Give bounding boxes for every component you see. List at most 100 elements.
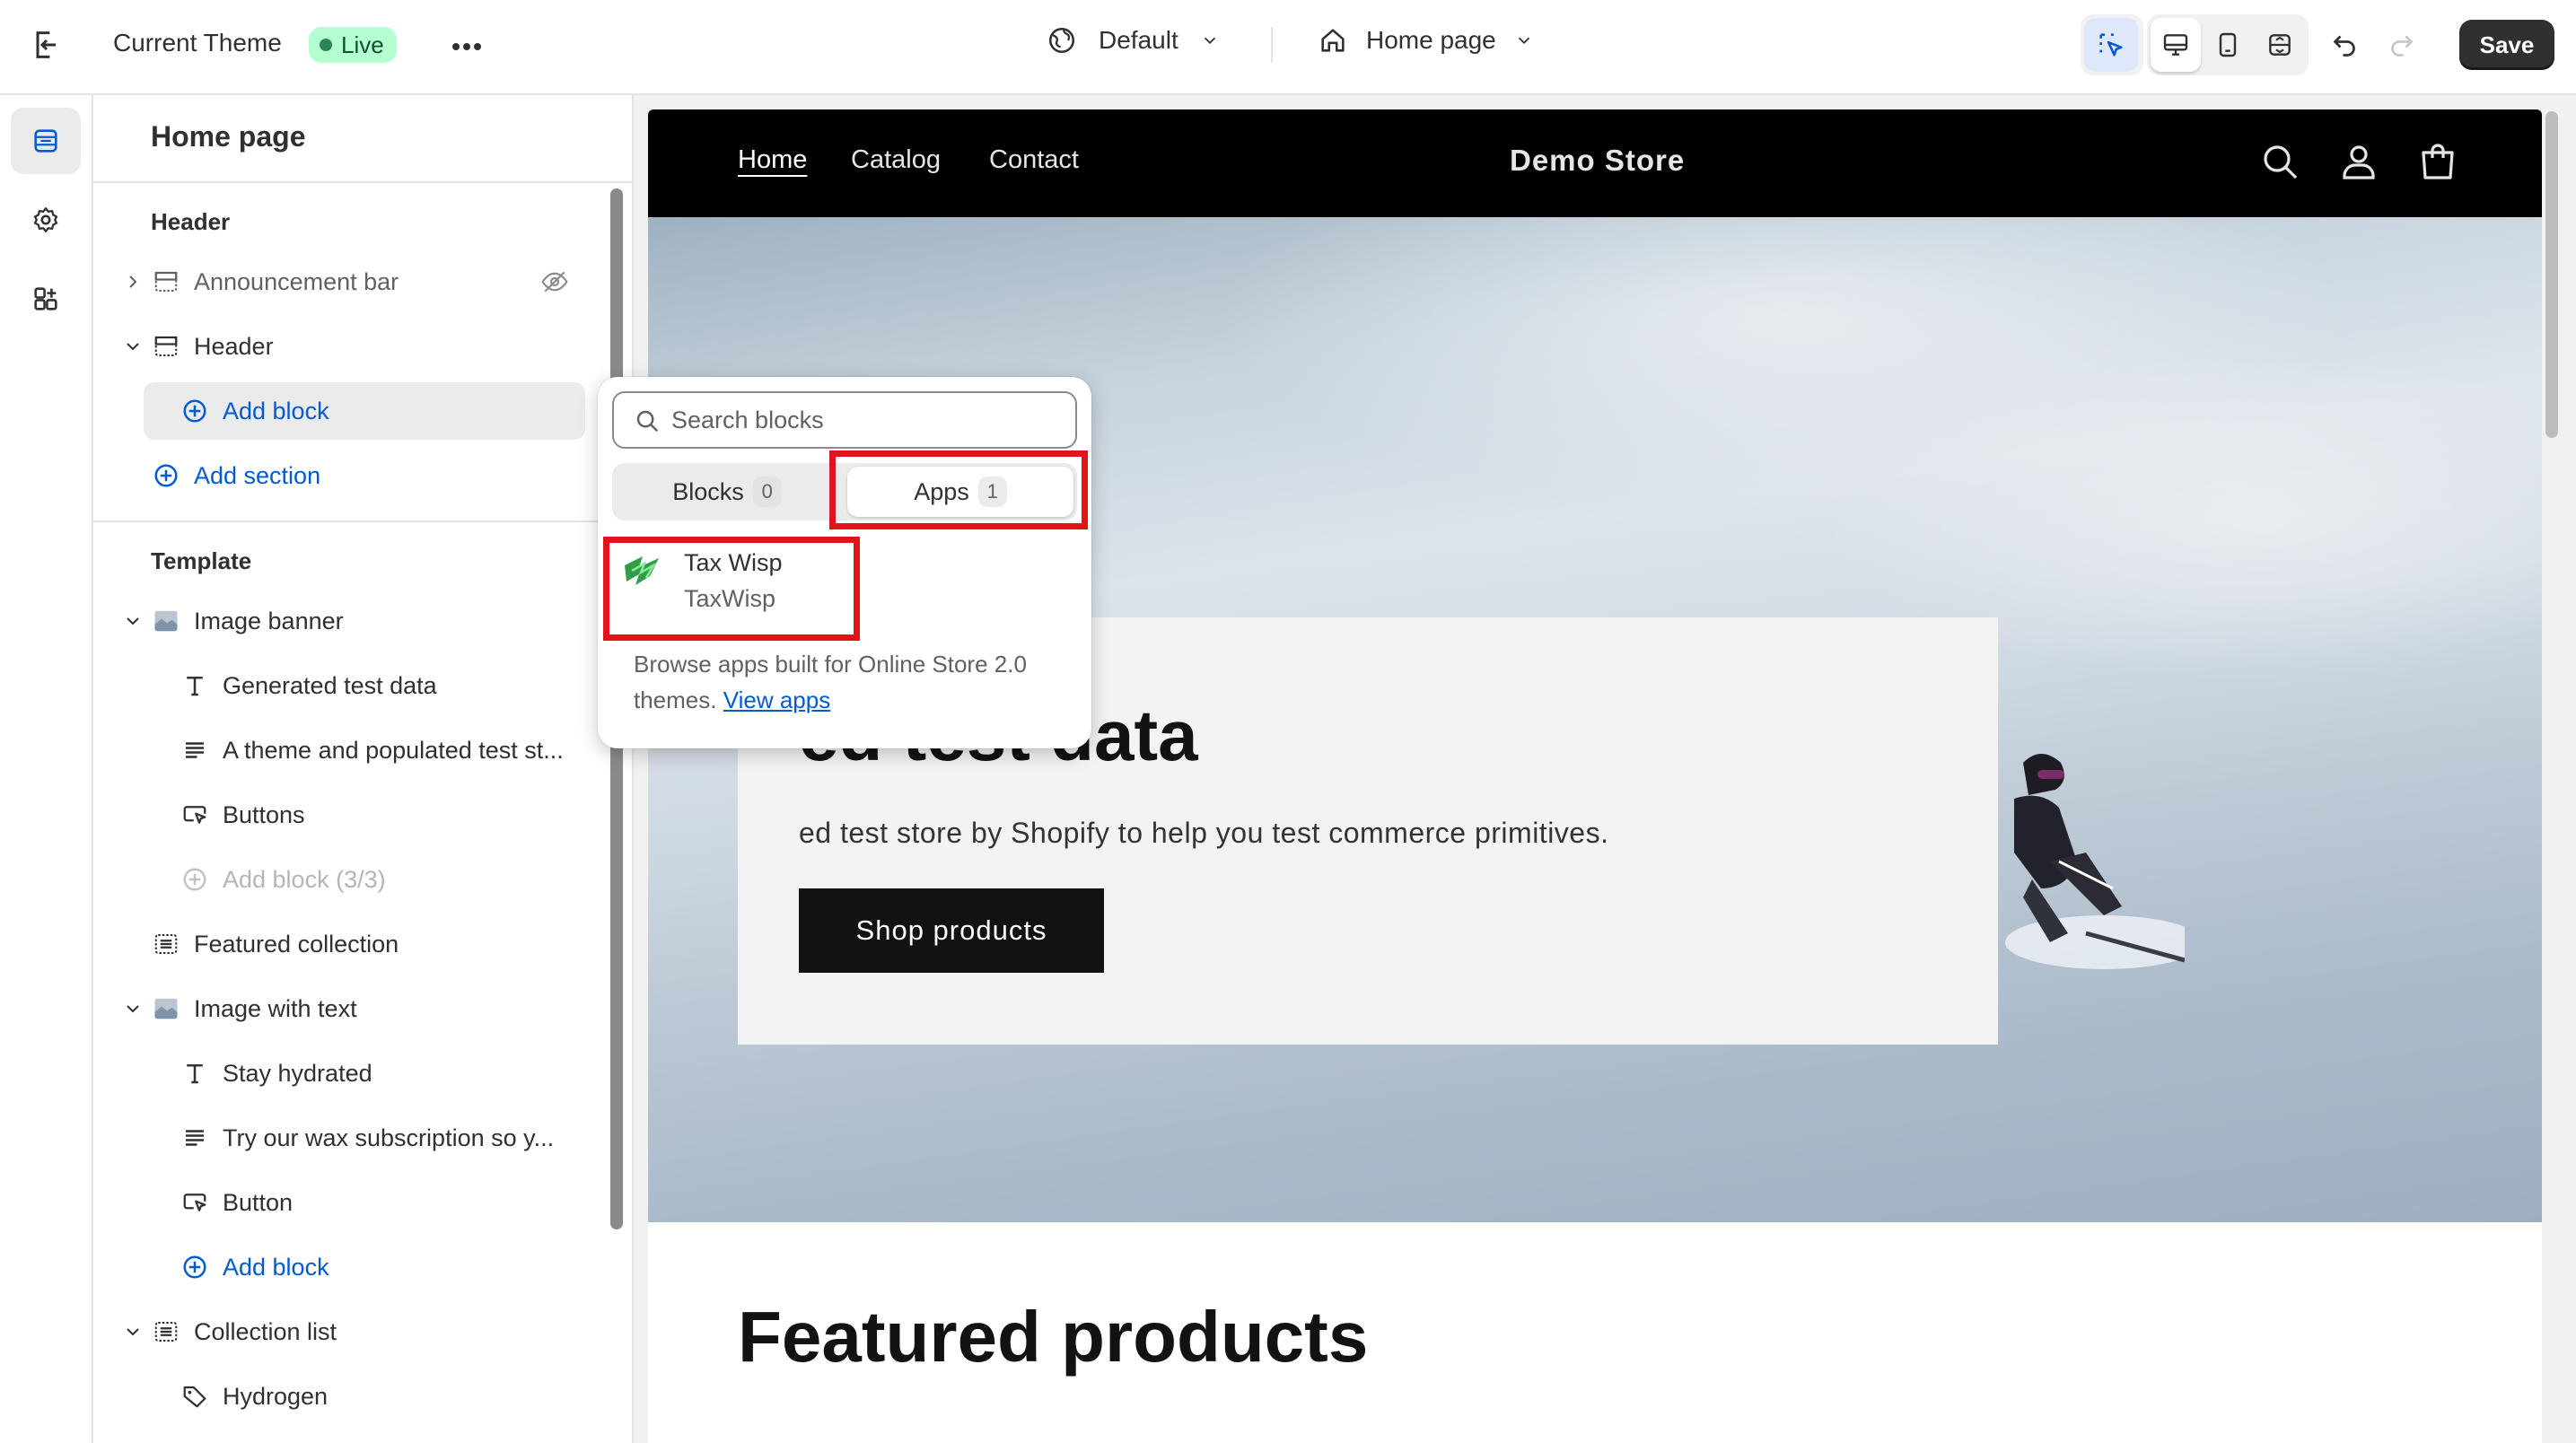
plus-circle-icon (181, 866, 208, 893)
header-group-label: Header (151, 208, 231, 235)
theme-name: Current Theme (113, 29, 282, 57)
add-block-button-disabled: Add block (3/3) (93, 851, 596, 908)
theme-settings-tab[interactable] (11, 187, 81, 253)
live-dot-icon (320, 39, 332, 51)
more-actions-button[interactable] (447, 27, 486, 66)
section-layout-icon (153, 931, 180, 958)
chevron-down-icon (127, 1328, 139, 1336)
add-section-label: Add section (194, 461, 321, 489)
block-label: A theme and populated test st... (223, 736, 564, 764)
chevron-down-icon (127, 617, 139, 625)
block-label: Try our wax subscription so y... (223, 1124, 555, 1151)
mobile-icon (2219, 32, 2237, 57)
divider (1271, 27, 1273, 63)
gear-icon (33, 207, 58, 232)
block-buttons[interactable]: Buttons (93, 786, 596, 844)
template-group-label: Template (151, 547, 252, 574)
skier-image (2005, 754, 2185, 969)
section-collection-list[interactable]: Collection list (93, 1303, 596, 1360)
top-bar: Current Theme Live Default Home page Sav… (0, 0, 2576, 95)
block-text[interactable]: A theme and populated test st... (93, 722, 596, 779)
left-rail (0, 95, 93, 1443)
exit-button[interactable] (29, 27, 65, 63)
button-cursor-icon (181, 801, 208, 828)
block-label: Button (223, 1188, 294, 1216)
home-icon (1321, 29, 1345, 52)
ellipsis-icon (452, 43, 481, 50)
sections-icon (34, 129, 57, 153)
live-badge-label: Live (341, 31, 384, 58)
tag-icon (181, 1383, 208, 1410)
undo-icon (2333, 35, 2355, 57)
plus-circle-icon (181, 1254, 208, 1281)
add-section-button[interactable]: Add section (93, 447, 596, 504)
count-badge: 0 (752, 477, 782, 507)
expand-icon (2269, 34, 2291, 56)
block-label: Buttons (223, 800, 305, 828)
store-header: Home Catalog Contact Demo Store (648, 109, 2542, 217)
desktop-icon (2163, 34, 2188, 56)
search-blocks-input[interactable] (671, 406, 1048, 434)
block-collection[interactable]: Hydrogen (93, 1368, 596, 1425)
paragraph-icon (181, 737, 208, 764)
inspector-button[interactable] (2084, 18, 2138, 72)
featured-title: Featured products (738, 1297, 1369, 1377)
section-label: Header (194, 332, 274, 360)
text-icon (181, 1060, 208, 1087)
nav-link-contact[interactable]: Contact (989, 145, 1079, 175)
cart-icon[interactable] (2416, 140, 2459, 183)
image-thumbnail-icon (153, 995, 180, 1022)
search-blocks-field[interactable] (612, 391, 1077, 449)
sections-sidebar: Home page Header Announcement bar Header… (93, 95, 634, 1443)
full-width-view-button[interactable] (2255, 18, 2305, 72)
block-heading[interactable]: Stay hydrated (93, 1045, 596, 1102)
mobile-view-button[interactable] (2203, 18, 2253, 72)
search-icon[interactable] (2258, 140, 2301, 183)
block-button[interactable]: Button (93, 1174, 596, 1231)
page-selector-label: Home page (1366, 26, 1496, 54)
tab-blocks[interactable]: Blocks 0 (616, 467, 838, 517)
page-title: Home page (151, 120, 306, 153)
theme-style-selector[interactable]: Default (1047, 25, 1220, 56)
section-image-banner[interactable]: Image banner (93, 592, 596, 650)
redo-icon (2391, 35, 2414, 57)
page-selector[interactable]: Home page (1318, 25, 1534, 56)
section-featured-collection[interactable]: Featured collection (93, 915, 596, 973)
section-label: Collection list (194, 1317, 337, 1345)
store-name[interactable]: Demo Store (1510, 144, 1685, 178)
block-label: Hydrogen (223, 1382, 329, 1410)
section-image-with-text[interactable]: Image with text (93, 980, 596, 1037)
hidden-eye-icon[interactable] (540, 267, 569, 296)
redo-button[interactable] (2386, 27, 2418, 59)
divider (93, 520, 632, 522)
account-icon[interactable] (2337, 140, 2380, 183)
block-text[interactable]: Try our wax subscription so y... (93, 1109, 596, 1167)
section-layout-icon (153, 268, 180, 295)
shop-products-button[interactable]: Shop products (799, 888, 1104, 973)
nav-link-catalog[interactable]: Catalog (851, 145, 941, 175)
undo-button[interactable] (2328, 27, 2361, 59)
view-apps-link[interactable]: View apps (723, 687, 831, 713)
add-block-button[interactable]: Add block (144, 382, 585, 440)
apps-icon (34, 287, 57, 310)
section-header[interactable]: Header (93, 318, 596, 375)
section-label: Announcement bar (194, 267, 399, 295)
block-heading[interactable]: Generated test data (93, 657, 596, 714)
featured-collection[interactable]: Featured products (648, 1222, 2542, 1443)
section-label: Image banner (194, 607, 344, 634)
sections-tab[interactable] (11, 108, 81, 174)
section-announcement-bar[interactable]: Announcement bar (93, 253, 596, 310)
add-block-button[interactable]: Add block (93, 1238, 596, 1296)
highlight-box-tax-wisp (603, 537, 860, 641)
preview-scrollbar[interactable] (2545, 111, 2558, 438)
desktop-view-button[interactable] (2151, 18, 2201, 72)
inspector-toggle-group (2081, 14, 2143, 75)
add-block-label: Add block (223, 397, 329, 424)
button-cursor-icon (181, 1189, 208, 1216)
app-embeds-tab[interactable] (11, 266, 81, 332)
block-label: Stay hydrated (223, 1059, 372, 1087)
chevron-down-icon (127, 1005, 139, 1013)
nav-link-home[interactable]: Home (738, 145, 807, 175)
save-button[interactable]: Save (2459, 20, 2554, 70)
divider (93, 181, 632, 183)
